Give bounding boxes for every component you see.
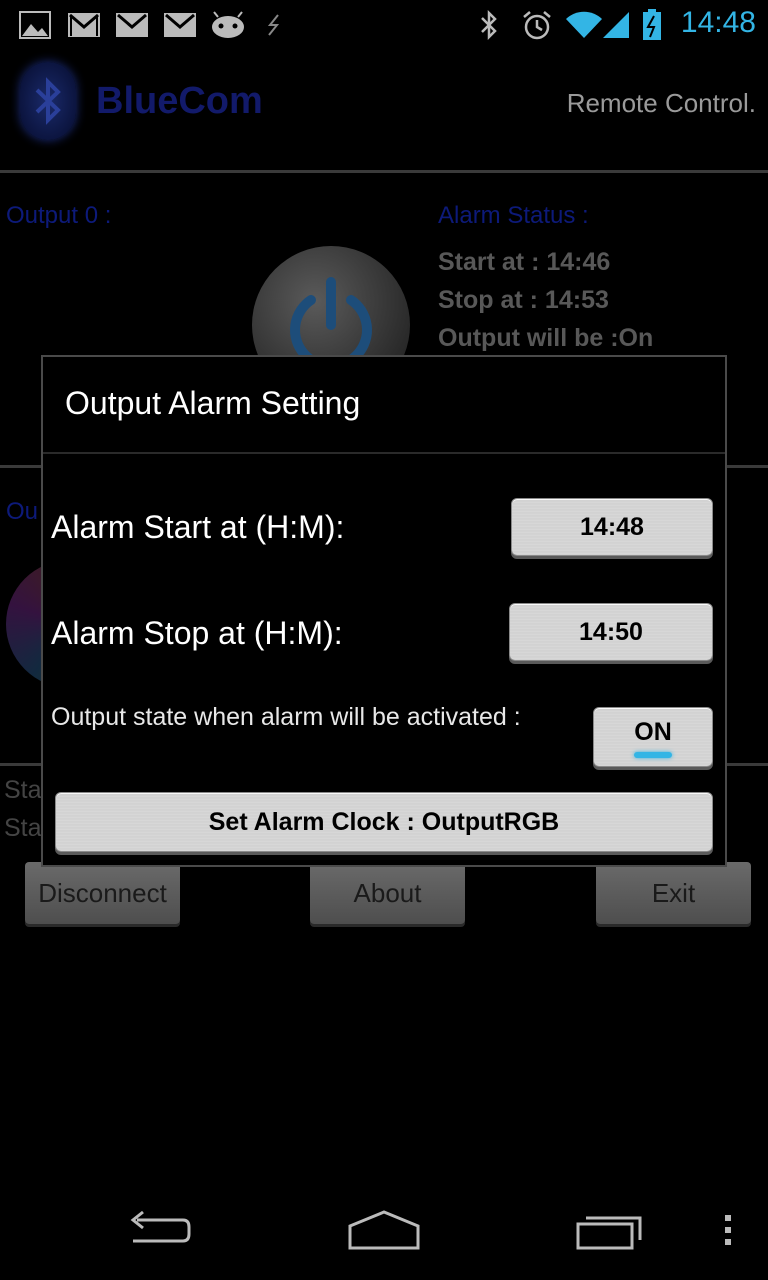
disconnect-button[interactable]: Disconnect — [25, 862, 180, 924]
output0-label: Output 0 : — [6, 202, 112, 229]
overflow-menu-icon[interactable] — [718, 1200, 738, 1260]
recent-apps-icon[interactable] — [570, 1200, 650, 1260]
app-header: BlueCom Remote Control. — [0, 50, 768, 170]
output-state-label: Output state when alarm will be activate… — [51, 703, 521, 731]
exit-button[interactable]: Exit — [596, 862, 751, 924]
output1-label: Ou — [6, 498, 39, 525]
output-will-be-text: Output will be :On — [438, 324, 654, 352]
stop-time-text: Stop at : 14:53 — [438, 286, 609, 314]
bluetooth-logo-icon — [20, 62, 76, 140]
status-line-1: Sta — [4, 776, 42, 804]
alarm-icon — [520, 10, 554, 40]
app-subtitle: Remote Control. — [566, 88, 756, 118]
alarm-start-time-button[interactable]: 14:48 — [511, 498, 713, 556]
status-line-2: Sta — [4, 814, 42, 842]
start-time-text: Start at : 14:46 — [438, 248, 611, 276]
app-title: BlueCom — [96, 80, 263, 122]
signal-icon — [600, 10, 632, 40]
navigation-bar — [0, 1180, 768, 1280]
alarm-status-label: Alarm Status : — [438, 202, 589, 229]
header-divider — [0, 170, 768, 173]
output-state-toggle[interactable]: ON — [593, 707, 713, 767]
dialog-title: Output Alarm Setting — [65, 385, 361, 421]
bluetooth-icon — [476, 10, 502, 40]
android-icon — [208, 10, 248, 40]
battery-icon — [640, 9, 664, 40]
set-alarm-clock-button[interactable]: Set Alarm Clock : OutputRGB — [55, 792, 713, 852]
toggle-label: ON — [634, 717, 672, 746]
alarm-start-label: Alarm Start at (H:M): — [51, 509, 345, 545]
gmail-icon — [66, 10, 102, 40]
dialog-title-divider — [43, 452, 725, 454]
alarm-stop-label: Alarm Stop at (H:M): — [51, 615, 343, 651]
status-bar: 14:48 — [0, 0, 768, 50]
alarm-stop-time-button[interactable]: 14:50 — [509, 603, 713, 661]
back-icon[interactable] — [118, 1200, 198, 1260]
status-time: 14:48 — [680, 6, 756, 39]
gallery-icon — [18, 10, 52, 40]
about-button[interactable]: About — [310, 862, 465, 924]
wifi-icon — [564, 10, 604, 40]
toggle-indicator — [634, 752, 672, 758]
gmail-icon — [114, 10, 150, 40]
usb-icon — [262, 10, 286, 40]
home-icon[interactable] — [342, 1200, 426, 1260]
gmail-icon — [162, 10, 198, 40]
output-alarm-dialog: Output Alarm Setting Alarm Start at (H:M… — [41, 355, 727, 867]
